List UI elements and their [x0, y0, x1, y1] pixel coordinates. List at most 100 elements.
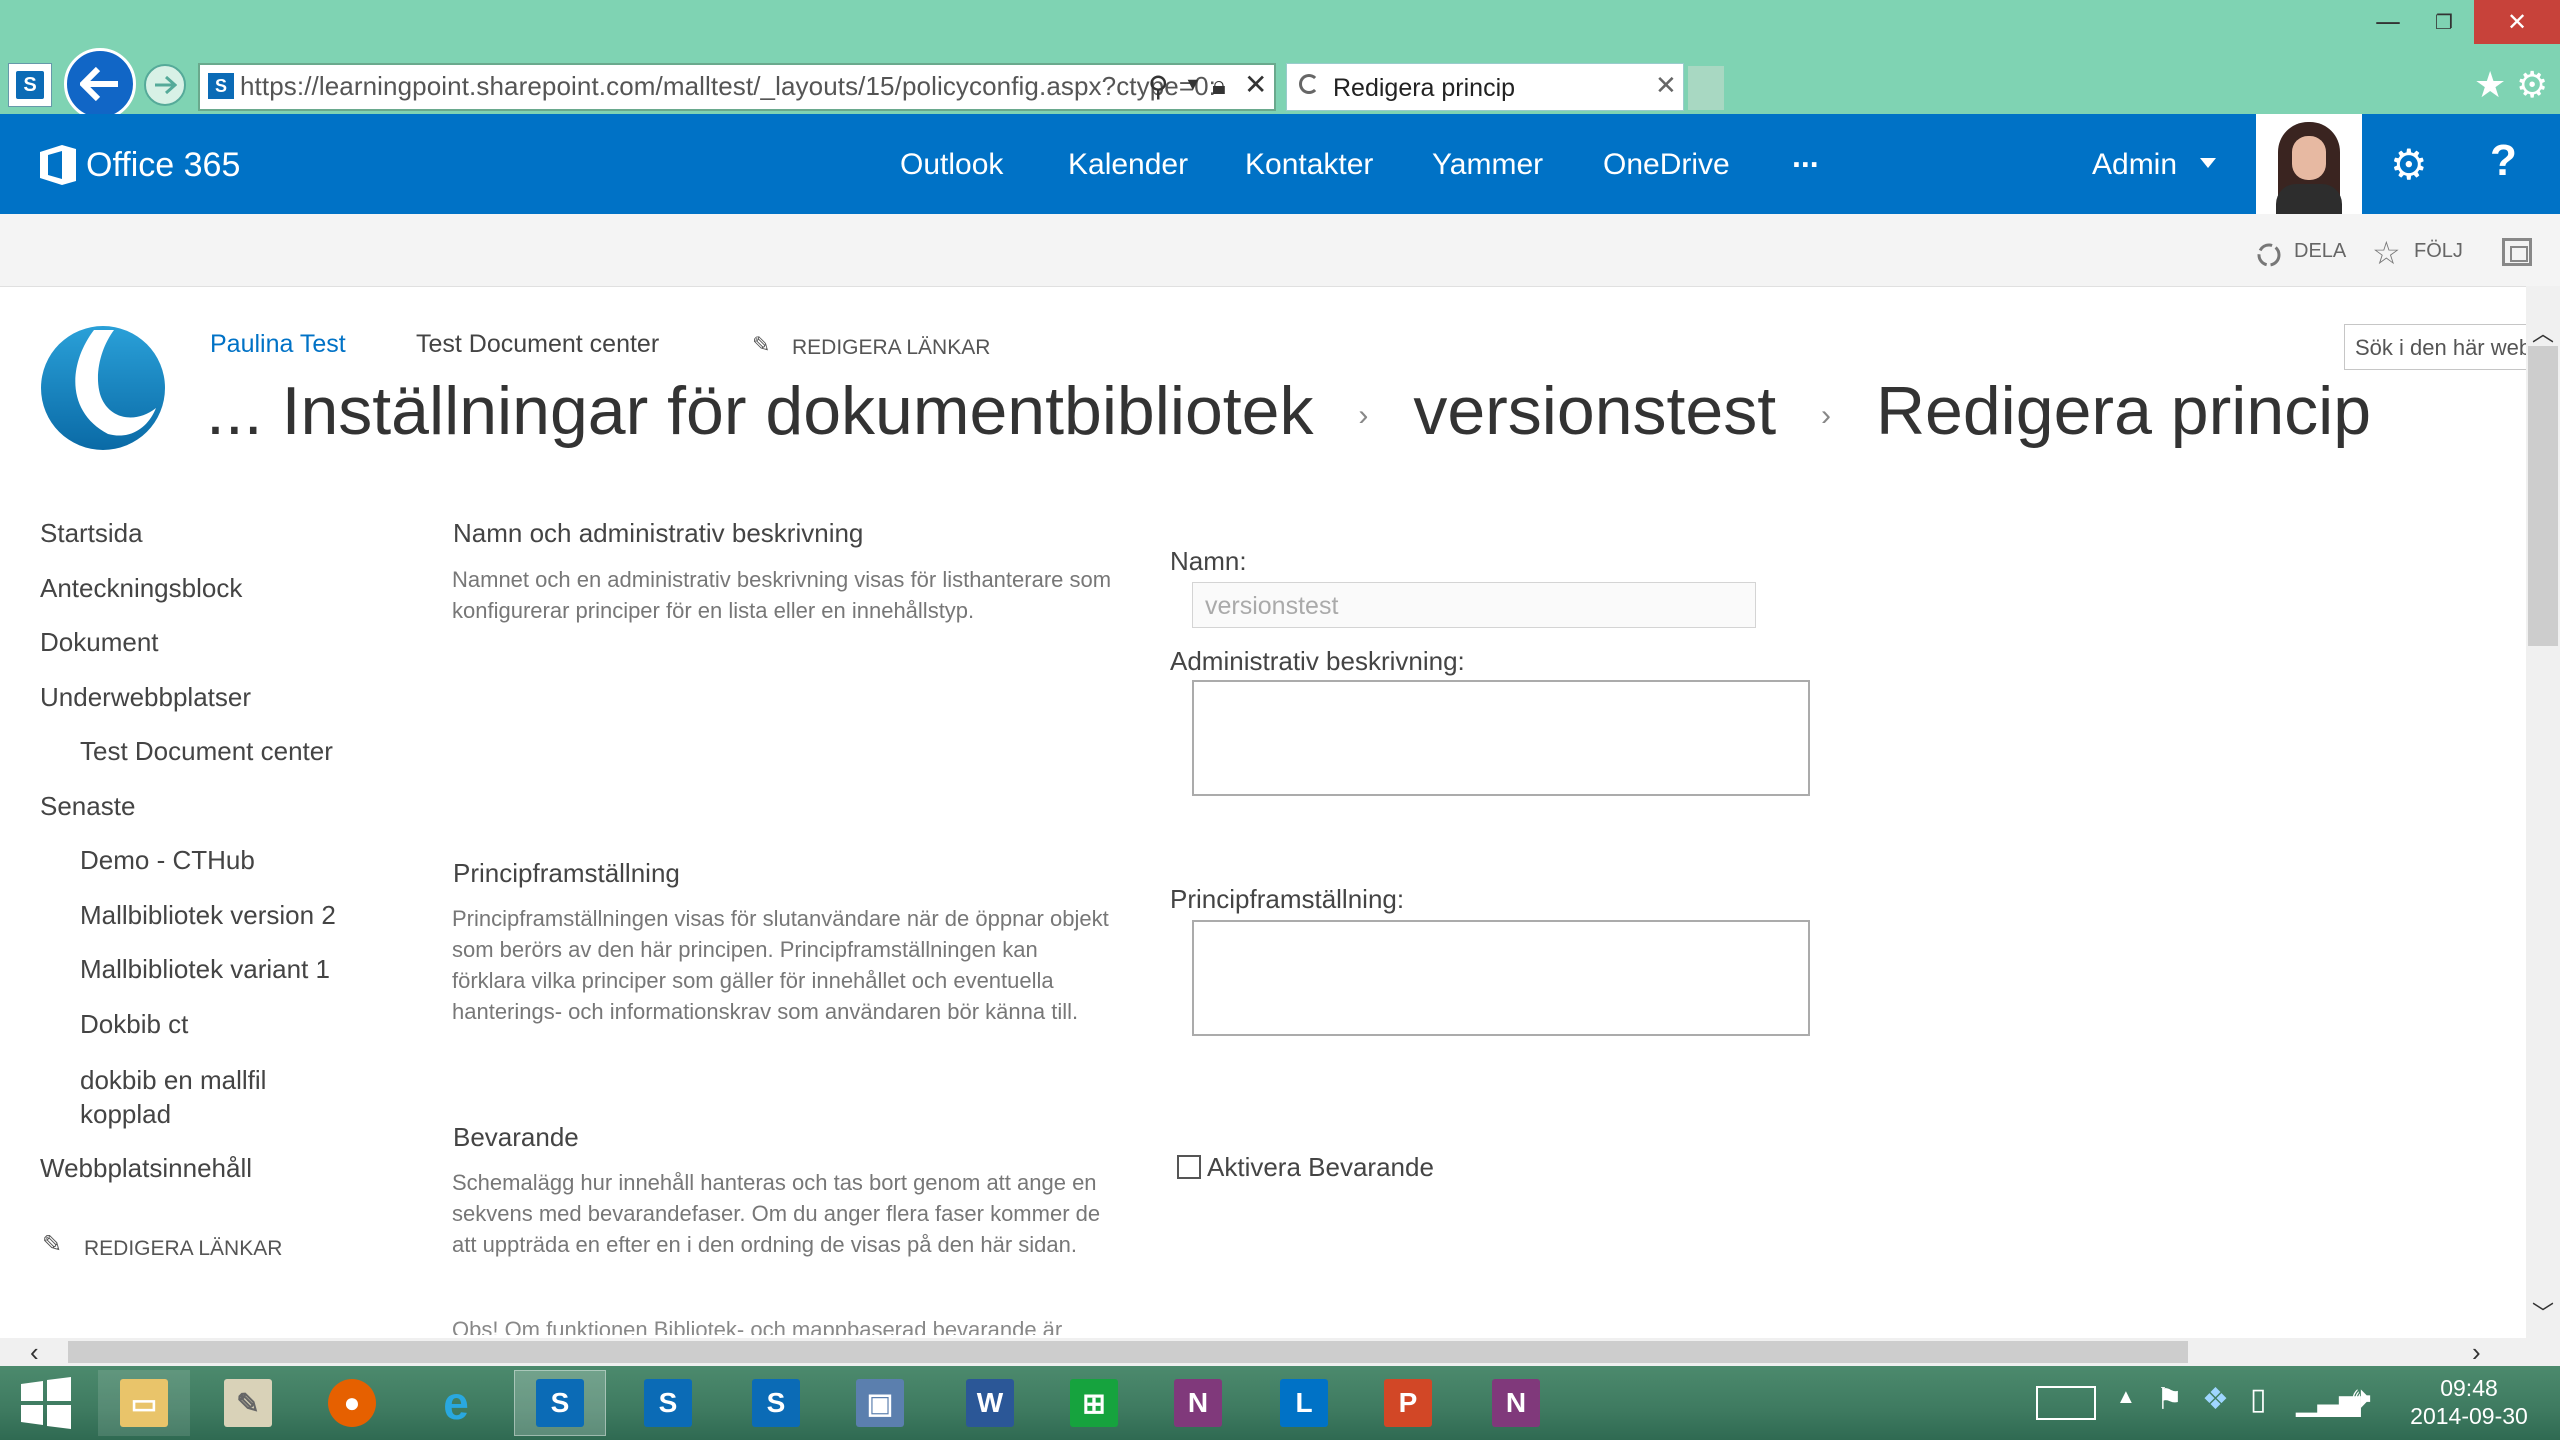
nav-item-mallbibliotek-v2[interactable]: Mallbibliotek version 2 — [80, 900, 336, 931]
top-link-test-doc[interactable]: Test Document center — [416, 330, 659, 359]
section-title-name: Namn och administrativ beskrivning — [453, 518, 864, 548]
onenote-icon: N — [1174, 1379, 1222, 1427]
taskbar-ie[interactable]: e — [410, 1370, 502, 1436]
nav-item-dokbib-mallfil[interactable]: dokbib en mallfil kopplad — [80, 1063, 280, 1131]
scroll-right-icon[interactable]: › — [2472, 1338, 2481, 1366]
share-icon[interactable] — [2254, 240, 2284, 270]
clock[interactable]: 09:48 2014-09-30 — [2404, 1374, 2534, 1430]
follow-star-icon[interactable]: ☆ — [2372, 234, 2401, 272]
breadcrumb-library-settings[interactable]: ... Inställningar för dokumentbibliotek — [206, 373, 1314, 449]
address-bar[interactable]: S https://learningpoint.sharepoint.com/m… — [198, 63, 1276, 111]
taskbar-store[interactable]: ⊞ — [1048, 1370, 1140, 1436]
nav-item-webbplatsinnehall[interactable]: Webbplatsinnehåll — [40, 1153, 252, 1184]
vertical-scrollbar[interactable]: ︿ ﹀ — [2526, 286, 2560, 1338]
nav-item-dokbib-ct[interactable]: Dokbib ct — [80, 1009, 188, 1040]
sharepoint-icon: S — [536, 1379, 584, 1427]
horizontal-scroll-thumb[interactable] — [68, 1341, 2188, 1363]
taskbar-onenote-clip[interactable]: N — [1470, 1370, 1562, 1436]
focus-content-icon[interactable] — [2502, 238, 2532, 266]
word-icon: W — [966, 1379, 1014, 1427]
taskbar-sharepoint-1[interactable]: S — [514, 1370, 606, 1436]
taskbar-word[interactable]: W — [944, 1370, 1036, 1436]
taskbar-powerpoint[interactable]: P — [1362, 1370, 1454, 1436]
user-name[interactable]: Admin — [2092, 148, 2177, 182]
office365-brand[interactable]: Office 365 — [86, 146, 240, 185]
nav-item-underwebbplatser[interactable]: Underwebbplatser — [40, 682, 251, 713]
nav-more[interactable]: ... — [1792, 138, 1819, 175]
taskbar-firefox[interactable]: ● — [306, 1370, 398, 1436]
taskbar-virtualbox[interactable]: ▣ — [834, 1370, 926, 1436]
stop-icon[interactable]: ✕ — [1244, 68, 1267, 101]
network-signal-icon[interactable]: ▁▃▅ — [2296, 1384, 2361, 1417]
tab-close-icon[interactable]: ✕ — [1655, 70, 1677, 101]
section-desc-statement: Principframställningen visas för slutanv… — [452, 906, 1109, 1024]
settings-gear-icon[interactable]: ⚙ — [2390, 140, 2428, 189]
taskbar-sharepoint-2[interactable]: S — [622, 1370, 714, 1436]
nav-item-senaste[interactable]: Senaste — [40, 791, 135, 822]
restore-icon[interactable]: ❐ — [2416, 0, 2472, 44]
close-window-icon[interactable]: ✕ — [2474, 0, 2560, 44]
nav-onedrive[interactable]: OneDrive — [1603, 148, 1730, 182]
retention-checkbox[interactable] — [1177, 1155, 1201, 1179]
virtualbox-icon: ▣ — [856, 1379, 904, 1427]
edit-links-left[interactable]: REDIGERA LÄNKAR — [84, 1237, 282, 1261]
minimize-icon[interactable]: — — [2360, 0, 2416, 44]
loading-icon — [1299, 74, 1319, 94]
nav-kalender[interactable]: Kalender — [1068, 148, 1188, 182]
battery-icon[interactable]: ▯ — [2250, 1382, 2267, 1417]
share-button[interactable]: DELA — [2294, 240, 2346, 263]
back-arrow-icon — [80, 67, 118, 101]
nav-item-anteckningsblock[interactable]: Anteckningsblock — [40, 573, 242, 604]
search-icon[interactable]: ⚲ — [1148, 70, 1169, 103]
sharepoint-icon: S — [644, 1379, 692, 1427]
site-search-input[interactable]: Sök i den här webbplatsen — [2344, 324, 2534, 370]
nav-item-dokument[interactable]: Dokument — [40, 627, 159, 658]
scroll-up-icon[interactable]: ︿ — [2532, 316, 2554, 348]
horizontal-scrollbar[interactable]: ‹ › — [0, 1338, 2560, 1366]
start-button[interactable] — [0, 1370, 92, 1436]
dropbox-icon[interactable]: ❖ — [2202, 1382, 2229, 1417]
user-menu-caret-icon[interactable] — [2200, 158, 2216, 168]
vertical-scroll-thumb[interactable] — [2528, 346, 2558, 646]
taskbar-onenote[interactable]: N — [1152, 1370, 1244, 1436]
nav-outlook[interactable]: Outlook — [900, 148, 1003, 182]
taskbar-maps[interactable]: ✎ — [202, 1370, 294, 1436]
show-hidden-icons-icon[interactable]: ▲ — [2116, 1386, 2136, 1409]
name-input[interactable]: versionstest — [1192, 582, 1756, 628]
back-button[interactable] — [64, 48, 136, 120]
keyboard-icon[interactable] — [2036, 1386, 2096, 1420]
site-logo[interactable] — [38, 324, 168, 452]
volume-icon[interactable]: 🕪︎ — [2352, 1382, 2371, 1416]
action-center-flag-icon[interactable]: ⚑ — [2156, 1382, 2183, 1417]
top-link-paulina[interactable]: Paulina Test — [210, 330, 346, 359]
address-text[interactable]: https://learningpoint.sharepoint.com/mal… — [240, 71, 1216, 102]
taskbar-sharepoint-3[interactable]: S — [730, 1370, 822, 1436]
taskbar: ▭ ✎ ● e S S S ▣ W ⊞ N L P N ▲ ⚑ ❖ ▯ ▁▃▅ … — [0, 1366, 2560, 1440]
breadcrumb-versionstest[interactable]: versionstest — [1413, 373, 1776, 449]
sharepoint-favicon-icon: S — [8, 63, 52, 107]
admin-desc-textarea[interactable] — [1192, 680, 1810, 796]
help-icon[interactable]: ? — [2490, 136, 2517, 186]
edit-links-top[interactable]: REDIGERA LÄNKAR — [792, 336, 990, 360]
nav-item-startsida[interactable]: Startsida — [40, 518, 143, 549]
nav-item-mallbibliotek-v1[interactable]: Mallbibliotek variant 1 — [80, 954, 330, 985]
new-tab-button[interactable] — [1688, 66, 1724, 110]
favorites-star-icon[interactable]: ★ — [2474, 64, 2506, 106]
nav-kontakter[interactable]: Kontakter — [1245, 148, 1373, 182]
dropdown-icon[interactable]: ▼ — [1184, 74, 1202, 95]
taskbar-lync[interactable]: L — [1258, 1370, 1350, 1436]
forward-button[interactable] — [144, 64, 186, 106]
taskbar-file-explorer[interactable]: ▭ — [98, 1370, 190, 1436]
office-logo-icon[interactable] — [38, 144, 78, 186]
follow-button[interactable]: FÖLJ — [2414, 240, 2463, 263]
retention-checkbox-label[interactable]: Aktivera Bevarande — [1207, 1152, 1434, 1183]
scroll-left-icon[interactable]: ‹ — [30, 1338, 39, 1366]
tools-gear-icon[interactable]: ⚙ — [2516, 64, 2548, 106]
browser-tab[interactable]: Redigera princip ✕ — [1286, 63, 1684, 111]
avatar[interactable] — [2256, 114, 2362, 214]
nav-item-demo-cthub[interactable]: Demo - CTHub — [80, 845, 255, 876]
statement-textarea[interactable] — [1192, 920, 1810, 1036]
nav-item-test-document-center[interactable]: Test Document center — [80, 736, 333, 767]
scroll-down-icon[interactable]: ﹀ — [2532, 1296, 2554, 1328]
nav-yammer[interactable]: Yammer — [1432, 148, 1543, 182]
